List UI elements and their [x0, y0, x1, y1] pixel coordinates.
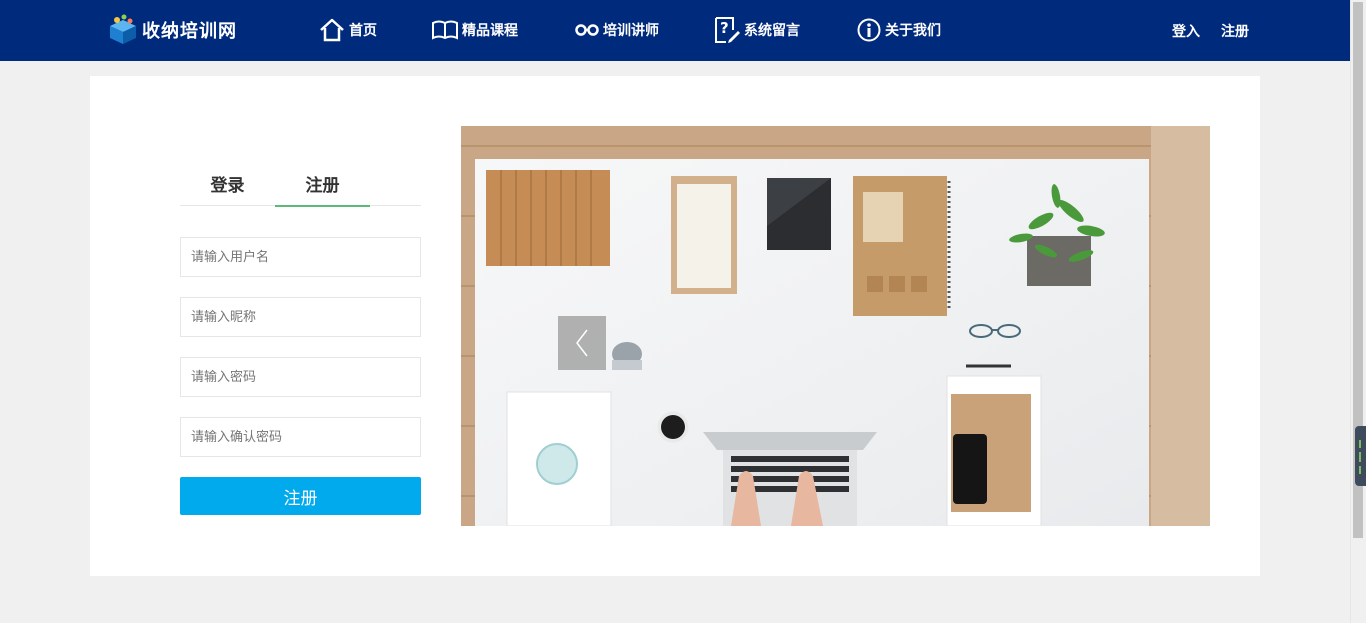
nav-teachers[interactable]: 培训讲师 — [574, 14, 659, 46]
side-float-widget[interactable] — [1355, 426, 1366, 486]
chevron-left-icon — [576, 329, 588, 357]
nav-home-label: 首页 — [349, 23, 377, 39]
info-icon — [857, 18, 881, 42]
nav-about[interactable]: 关于我们 — [856, 14, 941, 46]
register-submit-button[interactable]: 注册 — [180, 477, 421, 515]
nav-messages-label: 系统留言 — [744, 23, 800, 39]
password-input[interactable] — [180, 357, 421, 397]
nav-about-label: 关于我们 — [885, 23, 941, 39]
nav-home[interactable]: 首页 — [318, 14, 377, 46]
image-carousel[interactable] — [461, 126, 1210, 526]
nav-courses-label: 精品课程 — [462, 23, 518, 39]
nickname-input[interactable] — [180, 297, 421, 337]
nav-messages[interactable]: ? 系统留言 — [713, 14, 800, 46]
auth-tabs: 登录 注册 — [180, 174, 421, 207]
home-icon — [320, 18, 344, 42]
question-doc-icon: ? — [715, 17, 740, 43]
box-logo-icon — [110, 14, 136, 44]
top-navbar: 收纳培训网 首页 精品课程 培训讲师 ? 系统留言 关于我们 登入 注册 — [0, 0, 1350, 61]
confirm-password-input[interactable] — [180, 417, 421, 457]
username-input[interactable] — [180, 237, 421, 277]
site-logo[interactable]: 收纳培训网 — [106, 14, 237, 46]
login-link[interactable]: 登入 — [1172, 21, 1200, 41]
site-name: 收纳培训网 — [142, 21, 237, 42]
svg-text:?: ? — [720, 19, 729, 37]
carousel-prev-button[interactable] — [558, 316, 606, 370]
page-scrollbar[interactable] — [1350, 0, 1366, 623]
register-link[interactable]: 注册 — [1221, 21, 1249, 41]
nav-courses[interactable]: 精品课程 — [431, 14, 518, 46]
glasses-icon — [575, 24, 599, 36]
tab-login[interactable]: 登录 — [180, 174, 275, 206]
book-icon — [432, 20, 458, 40]
nav-teachers-label: 培训讲师 — [603, 23, 659, 39]
register-card: 登录 注册 注册 — [90, 76, 1260, 576]
tab-register[interactable]: 注册 — [275, 174, 370, 207]
